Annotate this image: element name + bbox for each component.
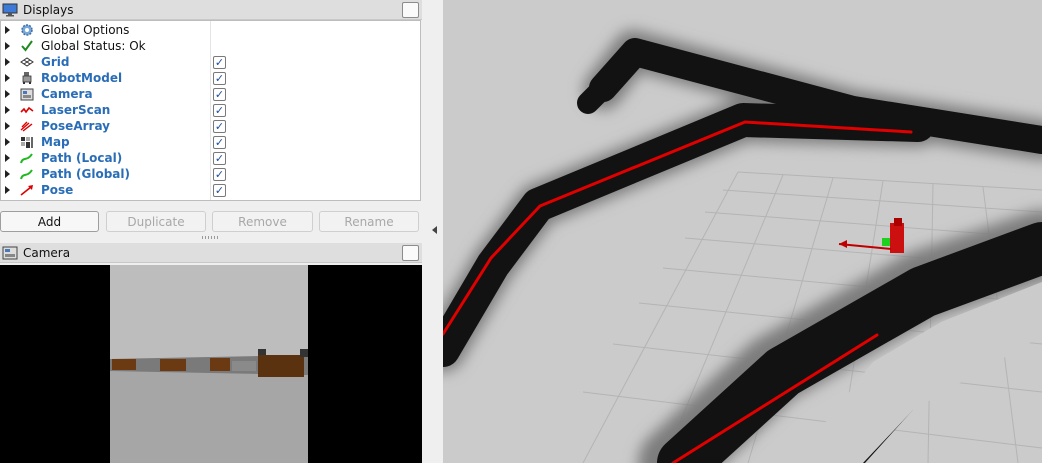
camera-panel-titlebar[interactable]: Camera [0, 243, 422, 263]
remove-button[interactable]: Remove [212, 211, 313, 232]
float-panel-button[interactable] [402, 245, 419, 261]
robot-model-icon [19, 71, 35, 85]
displays-tree[interactable]: Global Options Global Status: Ok Grid ✓ [0, 20, 421, 201]
path-global-icon [19, 167, 35, 181]
add-button[interactable]: Add [0, 211, 99, 232]
tree-row-camera[interactable]: Camera ✓ [1, 86, 420, 102]
tree-row-label: Path (Local) [41, 151, 123, 165]
float-panel-button[interactable] [402, 2, 419, 18]
expand-arrow-icon[interactable] [5, 186, 10, 194]
camera-icon [19, 87, 35, 101]
panel-resize-handle[interactable] [202, 236, 220, 239]
gear-icon [19, 23, 35, 37]
enable-checkbox[interactable]: ✓ [213, 87, 226, 101]
tree-row-label: Path (Global) [41, 167, 131, 181]
expand-arrow-icon[interactable] [5, 122, 10, 130]
displays-button-bar: Add Duplicate Remove Rename [0, 211, 422, 233]
enable-checkbox[interactable]: ✓ [213, 183, 226, 197]
map-icon [19, 135, 35, 149]
tree-row-label: LaserScan [41, 103, 111, 117]
tree-row-pose[interactable]: Pose ✓ [1, 182, 420, 198]
enable-checkbox[interactable]: ✓ [213, 71, 226, 85]
tree-row-laserscan[interactable]: LaserScan ✓ [1, 102, 420, 118]
tree-row-label: Camera [41, 87, 93, 101]
displays-panel-title: Displays [23, 2, 74, 17]
expand-arrow-icon[interactable] [5, 138, 10, 146]
displays-panel-titlebar[interactable]: Displays [0, 0, 422, 20]
checkmark-icon [19, 39, 35, 53]
path-local-icon [19, 151, 35, 165]
tree-row-label: Pose [41, 183, 74, 197]
tree-row-label: RobotModel [41, 71, 123, 85]
camera-panel-title: Camera [23, 245, 71, 260]
enable-checkbox[interactable]: ✓ [213, 167, 226, 181]
expand-arrow-icon[interactable] [5, 154, 10, 162]
tree-row-path-local[interactable]: Path (Local) ✓ [1, 150, 420, 166]
laser-scan-icon [19, 103, 35, 117]
tree-row-robotmodel[interactable]: RobotModel ✓ [1, 70, 420, 86]
tree-row-label: Global Status: Ok [41, 39, 146, 53]
tree-row-label: Grid [41, 55, 70, 69]
camera-icon [2, 246, 18, 259]
3d-scene [443, 0, 1042, 463]
tree-row-global-status[interactable]: Global Status: Ok [1, 38, 420, 54]
expand-arrow-icon[interactable] [5, 74, 10, 82]
grid-icon [19, 55, 35, 69]
pose-icon [19, 183, 35, 197]
tree-row-label: Global Options [41, 23, 130, 37]
enable-checkbox[interactable]: ✓ [213, 151, 226, 165]
tree-row-grid[interactable]: Grid ✓ [1, 54, 420, 70]
tree-row-path-global[interactable]: Path (Global) ✓ [1, 166, 420, 182]
expand-arrow-icon[interactable] [5, 90, 10, 98]
rename-button[interactable]: Rename [319, 211, 419, 232]
camera-image-view[interactable] [0, 265, 422, 463]
3d-render-view[interactable] [443, 0, 1042, 463]
enable-checkbox[interactable]: ✓ [213, 103, 226, 117]
expand-arrow-icon[interactable] [5, 106, 10, 114]
tree-row-posearray[interactable]: PoseArray ✓ [1, 118, 420, 134]
monitor-icon [2, 3, 18, 16]
enable-checkbox[interactable]: ✓ [213, 119, 226, 133]
camera-image [0, 265, 422, 463]
left-panel-area: Displays Global Options Global Status: O… [0, 0, 422, 463]
tree-row-map[interactable]: Map ✓ [1, 134, 420, 150]
expand-arrow-icon[interactable] [5, 170, 10, 178]
enable-checkbox[interactable]: ✓ [213, 55, 226, 69]
enable-checkbox[interactable]: ✓ [213, 135, 226, 149]
expand-arrow-icon[interactable] [5, 26, 10, 34]
expand-arrow-icon[interactable] [5, 58, 10, 66]
tree-row-label: PoseArray [41, 119, 110, 133]
expand-arrow-icon[interactable] [5, 42, 10, 50]
duplicate-button[interactable]: Duplicate [106, 211, 206, 232]
pose-array-icon [19, 119, 35, 133]
tree-row-label: Map [41, 135, 70, 149]
tree-row-global-options[interactable]: Global Options [1, 22, 420, 38]
collapse-panel-arrow-icon[interactable] [432, 226, 437, 234]
